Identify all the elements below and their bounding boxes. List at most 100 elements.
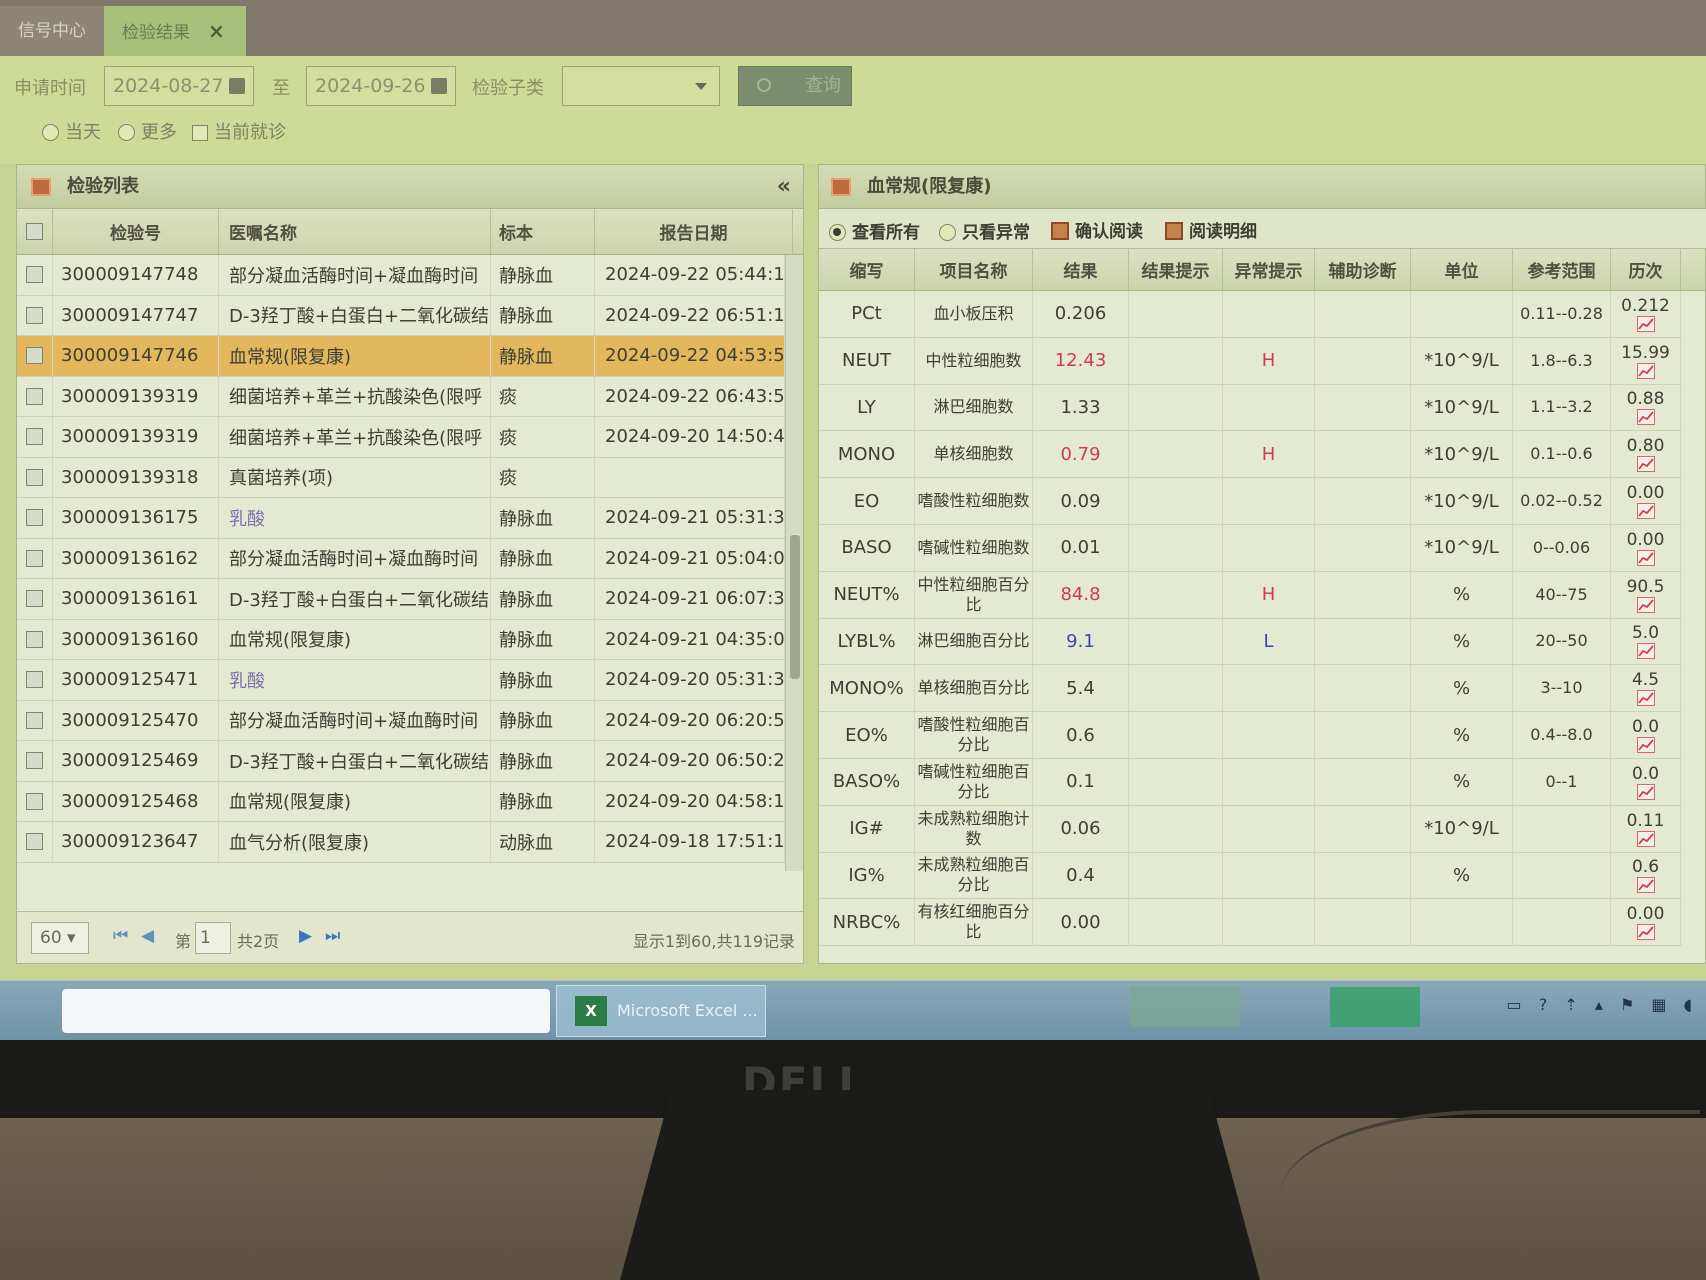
option-today[interactable]: 当天 bbox=[42, 118, 101, 144]
row-checkbox[interactable] bbox=[17, 255, 53, 295]
result-row[interactable]: LY 淋巴细胞数 1.33 *10^9/L 1.1--3.2 0.88 bbox=[819, 384, 1681, 432]
trend-chart-icon[interactable] bbox=[1636, 362, 1655, 379]
row-checkbox[interactable] bbox=[17, 579, 53, 619]
trend-chart-icon[interactable] bbox=[1636, 690, 1655, 707]
row-checkbox[interactable] bbox=[17, 538, 53, 578]
confirm-read-button[interactable]: 确认阅读 bbox=[1051, 217, 1143, 242]
prev-page-icon[interactable]: ◀ bbox=[141, 926, 154, 946]
table-row[interactable]: 300009139318 真菌培养(项) 痰 bbox=[17, 457, 785, 498]
column-header[interactable]: 辅助诊断 bbox=[1315, 249, 1411, 290]
trend-chart-icon[interactable] bbox=[1636, 877, 1655, 894]
checkbox-icon[interactable] bbox=[26, 428, 43, 446]
page-input[interactable]: 1 bbox=[195, 922, 231, 954]
row-checkbox[interactable] bbox=[17, 781, 53, 821]
checkbox-icon[interactable] bbox=[26, 306, 43, 324]
trend-chart-icon[interactable] bbox=[1636, 409, 1655, 426]
result-row[interactable]: PCt 血小板压积 0.206 0.11--0.28 0.212 bbox=[819, 291, 1681, 338]
trend-chart-icon[interactable] bbox=[1636, 830, 1655, 847]
calendar-icon[interactable] bbox=[431, 78, 447, 94]
trend-chart-icon[interactable] bbox=[1636, 783, 1655, 800]
row-checkbox[interactable] bbox=[17, 376, 53, 416]
date-from-field[interactable]: 2024-08-27 bbox=[104, 66, 254, 106]
column-header[interactable]: 结果提示 bbox=[1129, 249, 1223, 290]
scrollbar-thumb[interactable] bbox=[790, 535, 800, 679]
trend-chart-icon[interactable] bbox=[1636, 596, 1655, 613]
calendar-icon[interactable] bbox=[229, 78, 245, 94]
query-button[interactable]: 查询 bbox=[738, 66, 852, 106]
checkbox-icon[interactable] bbox=[26, 711, 43, 729]
row-checkbox[interactable] bbox=[17, 498, 53, 538]
page-size-select[interactable]: 60 ▾ bbox=[31, 922, 89, 954]
result-row[interactable]: MONO% 单核细胞百分比 5.4% 3--10 4.5 bbox=[819, 665, 1681, 713]
checkbox-icon[interactable] bbox=[26, 792, 43, 810]
table-row[interactable]: 300009125471 乳酸 静脉血 2024-09-20 05:31:32 bbox=[17, 660, 785, 701]
column-header[interactable]: 检验号 bbox=[53, 209, 219, 254]
select-all-column[interactable] bbox=[17, 209, 53, 254]
column-header[interactable]: 异常提示 bbox=[1223, 249, 1315, 290]
column-header[interactable]: 历次 bbox=[1611, 249, 1681, 290]
trend-chart-icon[interactable] bbox=[1636, 924, 1655, 941]
subcategory-select[interactable] bbox=[562, 66, 720, 106]
row-checkbox[interactable] bbox=[17, 700, 53, 740]
checkbox-icon[interactable] bbox=[26, 590, 43, 608]
row-checkbox[interactable] bbox=[17, 660, 53, 700]
checkbox-icon[interactable] bbox=[26, 549, 43, 567]
tab-signal-center[interactable]: 信号中心 bbox=[0, 6, 104, 56]
system-tray[interactable]: ▭ ? ⇡ ▴ ⚑ ▦ ◖ bbox=[1507, 995, 1698, 1014]
excel-taskbar-button[interactable]: X Microsoft Excel ... bbox=[556, 985, 766, 1037]
table-row[interactable]: 300009125468 血常规(限复康) 静脉血 2024-09-20 04:58:… bbox=[17, 781, 785, 822]
trend-chart-icon[interactable] bbox=[1636, 643, 1655, 660]
result-row[interactable]: MONO 单核细胞数 0.79 H *10^9/L 0.1--0.6 0.80 bbox=[819, 431, 1681, 479]
tab-lab-results[interactable]: 检验结果 × bbox=[104, 6, 246, 56]
date-to-field[interactable]: 2024-09-26 bbox=[306, 66, 456, 106]
row-checkbox[interactable] bbox=[17, 822, 53, 862]
checkbox-icon[interactable] bbox=[26, 752, 43, 770]
result-row[interactable]: LYBL% 淋巴细胞百分比 9.1 L% 20--50 5.0 bbox=[819, 618, 1681, 666]
row-checkbox[interactable] bbox=[17, 457, 53, 497]
table-row[interactable]: 300009147746 血常规(限复康) 静脉血 2024-09-22 04:53:… bbox=[17, 336, 785, 377]
abnormal-only-option[interactable]: 只看异常 bbox=[939, 218, 1030, 243]
row-checkbox[interactable] bbox=[17, 741, 53, 781]
row-checkbox[interactable] bbox=[17, 336, 53, 376]
checkbox-icon[interactable] bbox=[26, 266, 43, 284]
column-header[interactable]: 项目名称 bbox=[915, 249, 1033, 290]
table-row[interactable]: 300009136161 D-3羟丁酸+白蛋白+二氧化碳结 静脉血 2024-09-2… bbox=[17, 579, 785, 620]
row-checkbox[interactable] bbox=[17, 295, 53, 335]
trend-chart-icon[interactable] bbox=[1636, 503, 1655, 520]
column-header[interactable]: 结果 bbox=[1033, 249, 1129, 290]
close-icon[interactable]: × bbox=[208, 19, 225, 43]
table-row[interactable]: 300009123647 血气分析(限复康) 动脉血 2024-09-18 17:51… bbox=[17, 822, 785, 863]
last-page-icon[interactable]: ⏭ bbox=[325, 926, 340, 946]
option-current-visit[interactable]: 当前就诊 bbox=[192, 118, 286, 144]
column-header[interactable]: 标本 bbox=[491, 209, 595, 254]
result-row[interactable]: BASO% 嗜碱性粒细胞百分比 0.1% 0--1 0.0 bbox=[819, 759, 1681, 806]
result-row[interactable]: BASO 嗜碱性粒细胞数 0.01 *10^9/L 0--0.06 0.00 bbox=[819, 525, 1681, 572]
result-row[interactable]: NEUT% 中性粒细胞百分比 84.8 H% 40--75 90.5 bbox=[819, 571, 1681, 619]
checkbox-icon[interactable] bbox=[26, 630, 43, 648]
first-page-icon[interactable]: ⏮ bbox=[113, 926, 128, 946]
checkbox-icon[interactable] bbox=[26, 833, 43, 851]
column-header[interactable]: 医嘱名称 bbox=[219, 209, 491, 254]
checkbox-icon[interactable] bbox=[26, 671, 43, 689]
table-row[interactable]: 300009147747 D-3羟丁酸+白蛋白+二氧化碳结 静脉血 2024-09-2… bbox=[17, 295, 785, 336]
result-row[interactable]: EO% 嗜酸性粒细胞百分比 0.6% 0.4--8.0 0.0 bbox=[819, 712, 1681, 759]
option-more[interactable]: 更多 bbox=[118, 118, 177, 144]
trend-chart-icon[interactable] bbox=[1636, 549, 1655, 566]
view-all-option[interactable]: 查看所有 bbox=[829, 218, 920, 243]
row-checkbox[interactable] bbox=[17, 619, 53, 659]
next-page-icon[interactable]: ▶ bbox=[299, 926, 312, 946]
trend-chart-icon[interactable] bbox=[1636, 456, 1655, 473]
column-header[interactable]: 缩写 bbox=[819, 249, 915, 290]
table-row[interactable]: 300009136160 血常规(限复康) 静脉血 2024-09-21 04:35:… bbox=[17, 619, 785, 660]
checkbox-icon[interactable] bbox=[26, 387, 43, 405]
table-row[interactable]: 300009147748 部分凝血活酶时间+凝血酶时间 静脉血 2024-09-22 … bbox=[17, 255, 785, 296]
read-detail-button[interactable]: 阅读明细 bbox=[1165, 217, 1257, 242]
trend-chart-icon[interactable] bbox=[1636, 315, 1655, 332]
column-header[interactable]: 单位 bbox=[1411, 249, 1513, 290]
checkbox-icon[interactable] bbox=[26, 509, 43, 527]
result-row[interactable]: IG% 未成熟粒细胞百分比 0.4% 0.6 bbox=[819, 852, 1681, 900]
table-row[interactable]: 300009125469 D-3羟丁酸+白蛋白+二氧化碳结 静脉血 2024-09-2… bbox=[17, 741, 785, 782]
checkbox-icon[interactable] bbox=[26, 347, 43, 365]
result-row[interactable]: NEUT 中性粒细胞数 12.43 H *10^9/L 1.8--6.3 15.99 bbox=[819, 337, 1681, 385]
trend-chart-icon[interactable] bbox=[1636, 737, 1655, 754]
